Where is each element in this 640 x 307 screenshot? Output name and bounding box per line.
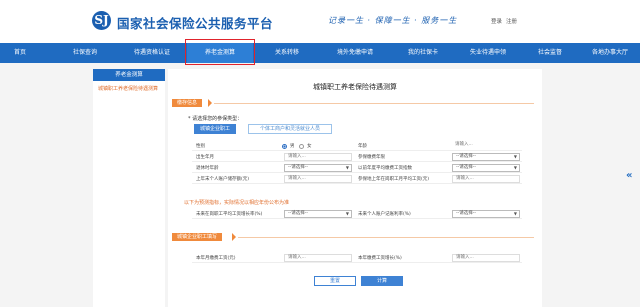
personal-balance-label: 上年末个人账户储存额(元) [196,177,250,182]
main-nav: 首页 社保查询 待遇资格认证 养老金测算 关系转移 境外免缴申请 我的社保卡 失… [0,43,640,63]
chevron-down-icon: ▼ [513,211,517,216]
section-tag-arrow [232,233,236,241]
section-tag-urban-employee: 城镇企业职工填写 [172,233,223,241]
main-panel: 城镇职工养老保险待遇测算 缴存信息 * 请选择您的参保类型： 城镇企业职工 个体… [168,69,542,307]
site-title[interactable]: 国家社会保险公共服务平台 [117,13,273,32]
account-rate-select[interactable]: --请选择-- ▼ [452,210,520,218]
sidebar: 养老金测算 城镇职工养老保险待遇测算 [93,69,165,307]
section-tag-contribution: 缴存信息 [172,99,203,107]
type-urban-employee-button[interactable]: 城镇企业职工 [194,124,236,134]
sidebar-heading: 养老金测算 [93,69,165,81]
gender-female-radio[interactable] [299,143,304,149]
form-row: 性别 男 女 年龄 请输入... [192,142,522,151]
form-row: 退休时年龄 --请选择-- ▼ 以前年度平均缴费工资指数 --请选择-- ▼ [192,164,522,173]
city-wage-label: 参保地上年在岗职工月平均工资(元) [358,177,430,182]
site-header: SJ 国家社会保险公共服务平台 记录一生 · 保障一生 · 服务一生 登录 注册 [0,0,640,43]
site-logo-icon[interactable]: SJ [92,11,111,30]
reset-button[interactable]: 重置 [314,276,356,286]
form-row: 上年末个人账户储存额(元) 请输入... 参保地上年在岗职工月平均工资(元) 请… [192,175,522,184]
chevron-down-icon: ▼ [345,211,349,216]
wage-growth-select[interactable]: --请选择-- ▼ [284,210,352,218]
work-age-select-value: --请选择-- [456,154,476,159]
prev-wage-index-select-value: --请选择-- [456,165,476,170]
age-label: 年龄 [358,144,367,149]
nav-item-query[interactable]: 社保查询 [60,43,110,63]
retire-age-select-value: --请选择-- [288,165,308,170]
birth-label: 出生年月 [196,155,214,160]
chevron-down-icon: ▼ [513,165,517,170]
section-tag-arrow [208,99,212,107]
gender-male-radio[interactable] [282,143,287,149]
sidebar-item-urban-pension[interactable]: 城镇职工养老保险待遇测算 [93,81,165,96]
birth-input[interactable]: 请输入... [284,153,352,161]
active-nav-highlight [185,39,255,65]
chevron-down-icon: ▼ [345,165,349,170]
chevron-down-icon: ▼ [513,154,517,159]
nav-item-my-card[interactable]: 我的社保卡 [396,43,450,63]
personal-balance-input[interactable]: 请输入... [284,175,352,183]
page-title: 城镇职工养老保险待遇测算 [313,83,397,91]
prev-wage-index-select[interactable]: --请选择-- ▼ [452,164,520,172]
gender-female-label: 女 [307,144,312,149]
gender-label: 性别 [196,144,205,149]
nav-item-unemployment[interactable]: 失业待遇申领 [458,43,518,63]
site-slogan: 记录一生 · 保障一生 · 服务一生 [328,16,458,25]
retire-age-select[interactable]: --请选择-- ▼ [284,164,352,172]
account-rate-label: 未来个人账户记账利率(%) [358,212,411,217]
nav-item-transfer[interactable]: 关系转移 [262,43,312,63]
chevron-double-left-icon[interactable]: « [626,170,632,181]
work-age-select[interactable]: --请选择-- ▼ [452,153,520,161]
forecast-notice: 以下为预测指标，实际情况以相应年份公布为准 [184,200,290,206]
section-divider [238,237,534,238]
nav-item-certification[interactable]: 待遇资格认证 [122,43,182,63]
form-row: 未来在岗职工平均工资增长率(%) --请选择-- ▼ 未来个人账户记账利率(%) … [192,210,522,219]
insurance-type-label: * 请选择您的参保类型： [188,116,243,122]
age-input[interactable]: 请输入... [452,142,520,150]
login-link[interactable]: 登录 [491,17,502,25]
current-wage-label: 本年月缴费工资(元) [196,256,236,261]
register-link[interactable]: 注册 [506,17,517,25]
form-row: 出生年月 请输入... 参保缴费年限 --请选择-- ▼ [192,153,522,162]
current-wage-input[interactable]: 请输入... [284,254,352,262]
type-flexible-employment-button[interactable]: 个体工商户和灵活就业人员 [248,124,332,134]
wage-growth-select-value: --请选择-- [288,211,308,216]
nav-item-home[interactable]: 首页 [0,43,40,63]
nav-item-overseas[interactable]: 境外免缴申请 [322,43,388,63]
form-row: 本年月缴费工资(元) 请输入... 本年缴费工资增长(%) 请输入... [192,254,522,263]
account-rate-select-value: --请选择-- [456,211,476,216]
planned-wage-input[interactable]: 请输入... [452,254,520,262]
section-divider [214,103,534,104]
wage-growth-label: 未来在岗职工平均工资增长率(%) [196,212,263,217]
planned-wage-label: 本年缴费工资增长(%) [358,256,402,261]
prev-wage-index-label: 以前年度平均缴费工资指数 [358,166,412,171]
nav-item-supervision[interactable]: 社会监督 [530,43,570,63]
retire-age-label: 退休时年龄 [196,166,219,171]
nav-item-service-hall[interactable]: 各地办事大厅 [592,43,640,63]
gender-male-label: 男 [290,144,295,149]
work-age-label: 参保缴费年限 [358,155,385,160]
city-wage-input[interactable]: 请输入... [452,175,520,183]
calculate-button[interactable]: 计算 [361,276,403,286]
